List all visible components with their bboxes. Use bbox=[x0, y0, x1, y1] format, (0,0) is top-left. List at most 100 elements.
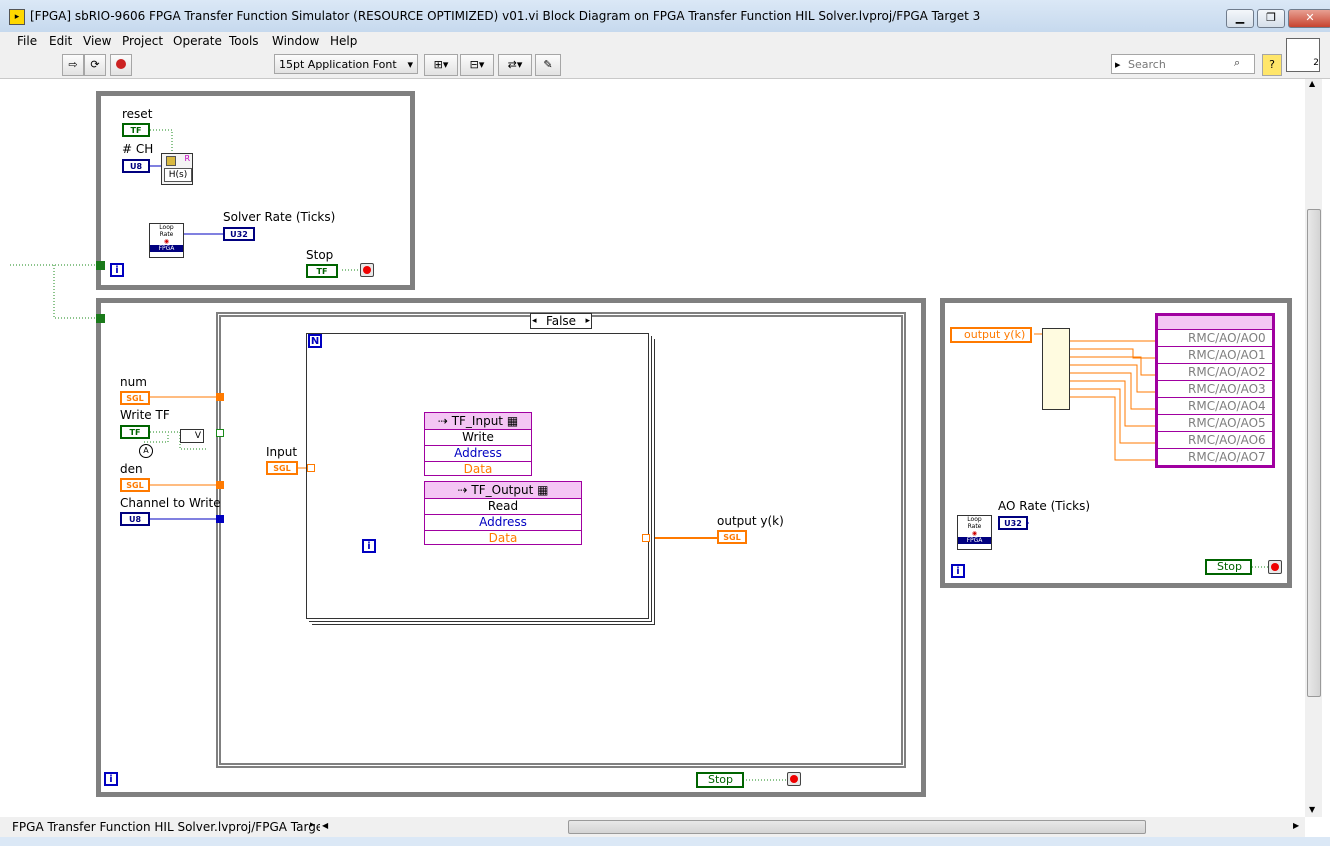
menu-tools[interactable]: Tools bbox=[229, 34, 259, 48]
context-help-icon[interactable]: ? bbox=[1262, 54, 1282, 76]
ao-channel-7: RMC/AO/AO7 bbox=[1188, 450, 1266, 464]
vertical-scrollbar[interactable]: ▲ ▼ bbox=[1305, 79, 1322, 817]
main-loop-stop-terminal-icon[interactable] bbox=[787, 772, 801, 786]
den-control[interactable]: SGL bbox=[120, 478, 150, 492]
abort-icon[interactable] bbox=[110, 54, 132, 76]
cleanup-diagram-icon[interactable]: ✎ bbox=[535, 54, 561, 76]
menu-operate[interactable]: Operate bbox=[173, 34, 222, 48]
ao-iteration-terminal: i bbox=[951, 564, 965, 578]
loop-stop-terminal-icon[interactable] bbox=[360, 263, 374, 277]
menu-view[interactable]: View bbox=[83, 34, 111, 48]
reset-label: reset bbox=[122, 107, 153, 121]
tf-output-fifo-node[interactable]: ⇢ TF_Output ▦ Read Address Data bbox=[424, 481, 582, 545]
reset-control[interactable]: TF bbox=[122, 123, 150, 137]
window-title: [FPGA] sbRIO-9606 FPGA Transfer Function… bbox=[30, 9, 981, 23]
font-label: 15pt Application Font bbox=[279, 58, 397, 71]
case-selector[interactable]: ◂ False ▸ bbox=[530, 313, 592, 329]
case-prev-icon[interactable]: ◂ bbox=[532, 314, 537, 329]
write-tf-label: Write TF bbox=[120, 408, 170, 422]
ch-label: # CH bbox=[122, 142, 154, 156]
ch-control[interactable]: U8 bbox=[122, 159, 150, 173]
status-expand-icon[interactable]: ▸ bbox=[310, 820, 315, 830]
tunnel-top bbox=[96, 261, 105, 270]
ao-channel-4: RMC/AO/AO4 bbox=[1158, 398, 1272, 415]
solver-rate-label: Solver Rate (Ticks) bbox=[223, 210, 336, 224]
status-bar: FPGA Transfer Function HIL Solver.lvproj… bbox=[0, 817, 339, 837]
menu-help[interactable]: Help bbox=[330, 34, 357, 48]
ao-loop-stop-terminal-icon[interactable] bbox=[1268, 560, 1282, 574]
ao-io-node[interactable]: RMC/AO/AO0 RMC/AO/AO1 RMC/AO/AO2 RMC/AO/… bbox=[1155, 313, 1275, 468]
chevron-down-icon: ▾ bbox=[407, 58, 413, 71]
ao-io-header bbox=[1158, 316, 1272, 330]
search-placeholder: Search bbox=[1128, 58, 1166, 71]
tf-input-fifo-node[interactable]: ⇢ TF_Input ▦ Write Address Data bbox=[424, 412, 532, 476]
ao-channel-5: RMC/AO/AO5 bbox=[1158, 415, 1272, 432]
labview-app-icon[interactable]: ▸ bbox=[9, 9, 25, 25]
stop-control[interactable]: TF bbox=[306, 264, 338, 278]
tf-input-data: Data bbox=[463, 462, 493, 476]
scroll-left-icon[interactable]: ◀ bbox=[322, 821, 328, 830]
num-label: num bbox=[120, 375, 147, 389]
ao-channel-1: RMC/AO/AO1 bbox=[1158, 347, 1272, 364]
input-tunnel bbox=[307, 464, 315, 472]
menu-bar: File Edit View Project Operate Tools Win… bbox=[0, 32, 1330, 52]
search-icon: ⌕ bbox=[1234, 56, 1241, 69]
tunnel-main bbox=[96, 314, 105, 323]
menu-file[interactable]: File bbox=[17, 34, 37, 48]
den-tunnel bbox=[216, 481, 224, 489]
solver-rate-indicator[interactable]: U32 bbox=[223, 227, 255, 241]
ao-loop-rate-icon[interactable]: Loop Rate ◉ FPGA bbox=[957, 515, 992, 550]
select-node[interactable]: V bbox=[180, 429, 204, 443]
close-button[interactable]: ✕ bbox=[1288, 9, 1330, 28]
ao-loop-rate-clock-icon: ◉ bbox=[971, 530, 978, 537]
num-control[interactable]: SGL bbox=[120, 391, 150, 405]
distribute-objects-icon[interactable]: ⊟▾ bbox=[460, 54, 494, 76]
tf-input-address: Address bbox=[425, 446, 531, 462]
horizontal-scrollbar[interactable]: ◀ ▶ bbox=[320, 817, 1305, 837]
maximize-button[interactable]: ❐ bbox=[1257, 9, 1285, 28]
ao-fpga-label: FPGA bbox=[958, 537, 991, 544]
font-selector[interactable]: 15pt Application Font ▾ bbox=[274, 54, 418, 74]
tf-output-read: Read bbox=[425, 499, 581, 515]
output-local[interactable]: output y(k) bbox=[950, 327, 1032, 343]
channel-control[interactable]: U8 bbox=[120, 512, 150, 526]
output-label: output y(k) bbox=[717, 514, 784, 528]
ao-loop-rate-text-1: Loop bbox=[967, 516, 982, 523]
write-tf-control[interactable]: TF bbox=[120, 425, 150, 439]
menu-project[interactable]: Project bbox=[122, 34, 163, 48]
tf-input-header: ⇢ TF_Input ▦ bbox=[425, 413, 531, 430]
search-expand-icon: ▸ bbox=[1115, 58, 1121, 71]
run-continuously-icon[interactable]: ⟳ bbox=[84, 54, 106, 76]
ao-stop-local[interactable]: Stop bbox=[1205, 559, 1252, 575]
output-indicator[interactable]: SGL bbox=[717, 530, 747, 544]
tf-output-header: ⇢ TF_Output ▦ bbox=[425, 482, 581, 499]
vertical-scroll-thumb[interactable] bbox=[1307, 209, 1321, 697]
loop-rate-text-2: Rate bbox=[159, 231, 174, 238]
search-input[interactable]: ▸ Search ⌕ bbox=[1111, 54, 1255, 74]
channel-tunnel bbox=[216, 515, 224, 523]
block-diagram[interactable]: reset TF # CH U8 R H(s) Solver Rate (Tic… bbox=[10, 79, 1305, 817]
title-bar: ▸ [FPGA] sbRIO-9606 FPGA Transfer Functi… bbox=[0, 0, 1330, 33]
run-arrow-icon[interactable]: ⇨ bbox=[62, 54, 84, 76]
scroll-down-icon[interactable]: ▼ bbox=[1309, 805, 1315, 814]
ao-rate-indicator[interactable]: U32 bbox=[998, 516, 1028, 530]
ao-channel-0: RMC/AO/AO0 bbox=[1158, 330, 1272, 347]
align-objects-icon[interactable]: ⊞▾ bbox=[424, 54, 458, 76]
minimize-button[interactable]: ▁ bbox=[1226, 9, 1254, 28]
toolbar: ⇨ ⟳ 15pt Application Font ▾ ⊞▾ ⊟▾ ⇄▾ ✎ ▸… bbox=[0, 38, 1330, 79]
mechanical-action-icon: A bbox=[139, 444, 153, 458]
input-control[interactable]: SGL bbox=[266, 461, 298, 475]
transfer-function-subvi[interactable]: R H(s) bbox=[161, 153, 193, 185]
unbundle-node[interactable] bbox=[1042, 328, 1070, 410]
loop-rate-icon[interactable]: Loop Rate ◉ FPGA bbox=[149, 223, 184, 258]
menu-window[interactable]: Window bbox=[272, 34, 319, 48]
stop-label: Stop bbox=[306, 248, 334, 262]
reorder-icon[interactable]: ⇄▾ bbox=[498, 54, 532, 76]
stop-local[interactable]: Stop bbox=[696, 772, 744, 788]
case-next-icon[interactable]: ▸ bbox=[585, 314, 590, 329]
vi-icon[interactable]: 2 bbox=[1286, 38, 1320, 72]
menu-edit[interactable]: Edit bbox=[49, 34, 72, 48]
horizontal-scroll-thumb[interactable] bbox=[568, 820, 1146, 834]
scroll-up-icon[interactable]: ▲ bbox=[1309, 79, 1315, 88]
scroll-right-icon[interactable]: ▶ bbox=[1293, 821, 1299, 830]
